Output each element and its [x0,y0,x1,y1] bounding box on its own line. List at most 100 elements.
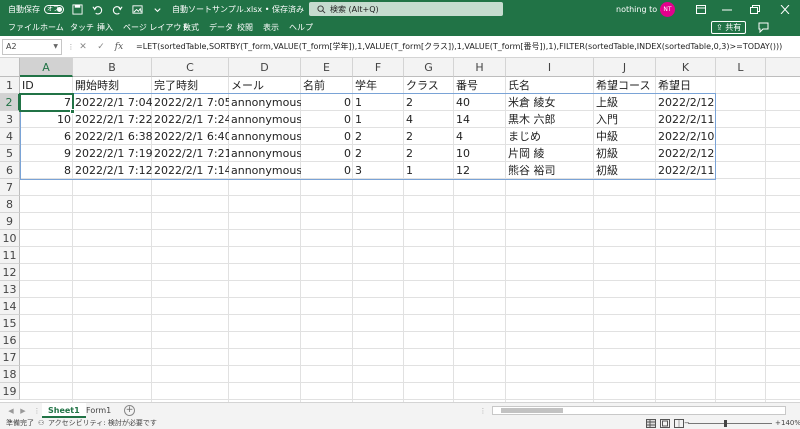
row-header-15[interactable]: 15 [0,315,20,332]
table-cell[interactable]: 14 [454,111,506,128]
tab-home[interactable]: ホーム [40,19,64,36]
table-cell[interactable]: 1 [353,111,404,128]
column-header-d[interactable]: D [229,58,301,77]
table-cell[interactable]: 3 [353,162,404,179]
table-cell[interactable]: 2022/2/1 7:19 [73,145,152,162]
row-header-12[interactable]: 12 [0,264,20,281]
table-cell[interactable]: 2022/2/10 [656,128,716,145]
column-header-h[interactable]: H [454,58,506,77]
row-header-1[interactable]: 1 [0,77,20,94]
table-cell[interactable]: 0 [301,145,353,162]
table-cell[interactable]: 中級 [594,128,656,145]
row-header-18[interactable]: 18 [0,366,20,383]
table-cell[interactable]: まじめ [506,128,594,145]
table-cell[interactable]: 初級 [594,145,656,162]
next-sheet-icon[interactable]: ▶ [18,405,28,417]
cell-e1[interactable]: 名前 [301,77,353,94]
more-sheets-icon[interactable]: ⋮ [32,405,42,417]
row-header-16[interactable]: 16 [0,332,20,349]
table-cell[interactable]: 2 [404,128,454,145]
cell-h1[interactable]: 番号 [454,77,506,94]
redo-icon[interactable] [110,3,124,17]
image-icon[interactable] [130,3,144,17]
table-cell[interactable]: 入門 [594,111,656,128]
autosave-toggle-group[interactable]: 自動保存 オフ [8,4,64,15]
avatar[interactable]: NT [660,2,675,17]
table-cell[interactable]: 10 [20,111,73,128]
share-button[interactable]: ⇪ 共有 [711,21,747,34]
cell-f1[interactable]: 学年 [353,77,404,94]
cancel-icon[interactable]: ✕ [76,40,90,54]
column-header-c[interactable]: C [152,58,229,77]
cell-j1[interactable]: 希望コース [594,77,656,94]
table-cell[interactable]: 2022/2/1 7:04 [73,94,152,111]
cell-c1[interactable]: 完了時刻 [152,77,229,94]
table-cell[interactable]: 2022/2/1 6:40 [152,128,229,145]
table-cell[interactable]: 2022/2/1 6:38 [73,128,152,145]
row-header-19[interactable]: 19 [0,383,20,400]
row-header-17[interactable]: 17 [0,349,20,366]
table-cell[interactable]: 0 [301,94,353,111]
row-header-9[interactable]: 9 [0,213,20,230]
customize-toolbar-icon[interactable] [150,3,164,17]
name-box[interactable]: A2 ▼ [2,39,62,55]
table-cell[interactable]: 2022/2/1 7:21 [152,145,229,162]
table-cell[interactable]: 黒木 六郎 [506,111,594,128]
row-header-13[interactable]: 13 [0,281,20,298]
table-cell[interactable]: 2022/2/1 7:12 [73,162,152,179]
restore-icon[interactable] [740,0,770,19]
table-cell[interactable]: 4 [454,128,506,145]
table-cell[interactable]: 2022/2/11 [656,111,716,128]
table-cell[interactable]: 2022/2/12 [656,145,716,162]
table-cell[interactable]: 2022/2/1 7:24 [152,111,229,128]
table-cell[interactable]: 0 [301,111,353,128]
table-cell[interactable]: 1 [353,94,404,111]
zoom-level[interactable]: 140% [781,418,800,429]
page-layout-view-icon[interactable] [660,419,670,428]
tab-file[interactable]: ファイル [8,19,40,36]
table-cell[interactable]: 上級 [594,94,656,111]
tab-split-handle-icon[interactable]: ⋮ [478,405,488,417]
column-header-k[interactable]: K [656,58,716,77]
table-cell[interactable]: 10 [454,145,506,162]
enter-icon[interactable]: ✓ [94,40,108,54]
tab-touch[interactable]: タッチ [70,19,94,36]
sheet-tab-form1[interactable]: Form1 [80,403,117,418]
tab-insert[interactable]: 挿入 [97,19,113,36]
zoom-in-icon[interactable]: + [775,418,781,429]
select-all-corner[interactable] [0,58,20,77]
zoom-slider-thumb[interactable] [724,420,727,427]
table-cell[interactable]: annonymous [229,145,301,162]
comment-icon[interactable] [758,22,769,35]
table-cell[interactable]: 2022/2/1 7:22 [73,111,152,128]
table-cell[interactable]: 初級 [594,162,656,179]
row-header-2[interactable]: 2 [0,94,20,111]
row-header-14[interactable]: 14 [0,298,20,315]
table-cell[interactable]: 2 [353,145,404,162]
table-cell[interactable]: 6 [20,128,73,145]
scrollbar-thumb[interactable] [501,408,563,413]
row-header-4[interactable]: 4 [0,128,20,145]
column-header-e[interactable]: E [301,58,353,77]
add-sheet-button[interactable]: + [124,405,135,416]
table-cell[interactable]: 2022/2/12 [656,94,716,111]
undo-icon[interactable] [90,3,104,17]
file-title[interactable]: 自動ソートサンプル.xlsx • 保存済み [172,0,304,19]
table-cell[interactable]: 0 [301,128,353,145]
zoom-slider[interactable] [688,420,772,427]
column-header-i[interactable]: I [506,58,594,77]
column-header-a[interactable]: A [20,58,73,77]
column-header-j[interactable]: J [594,58,656,77]
prev-sheet-icon[interactable]: ◀ [6,405,16,417]
page-break-view-icon[interactable] [674,419,684,428]
cell-b1[interactable]: 開始時刻 [73,77,152,94]
table-cell[interactable]: 7 [20,94,73,111]
cell-g1[interactable]: クラス [404,77,454,94]
save-icon[interactable] [70,3,84,17]
table-cell[interactable]: 9 [20,145,73,162]
cell-k1[interactable]: 希望日 [656,77,716,94]
table-cell[interactable]: 2 [404,145,454,162]
table-cell[interactable]: 2022/2/1 7:05 [152,94,229,111]
column-header-g[interactable]: G [404,58,454,77]
fill-handle[interactable] [70,109,75,114]
